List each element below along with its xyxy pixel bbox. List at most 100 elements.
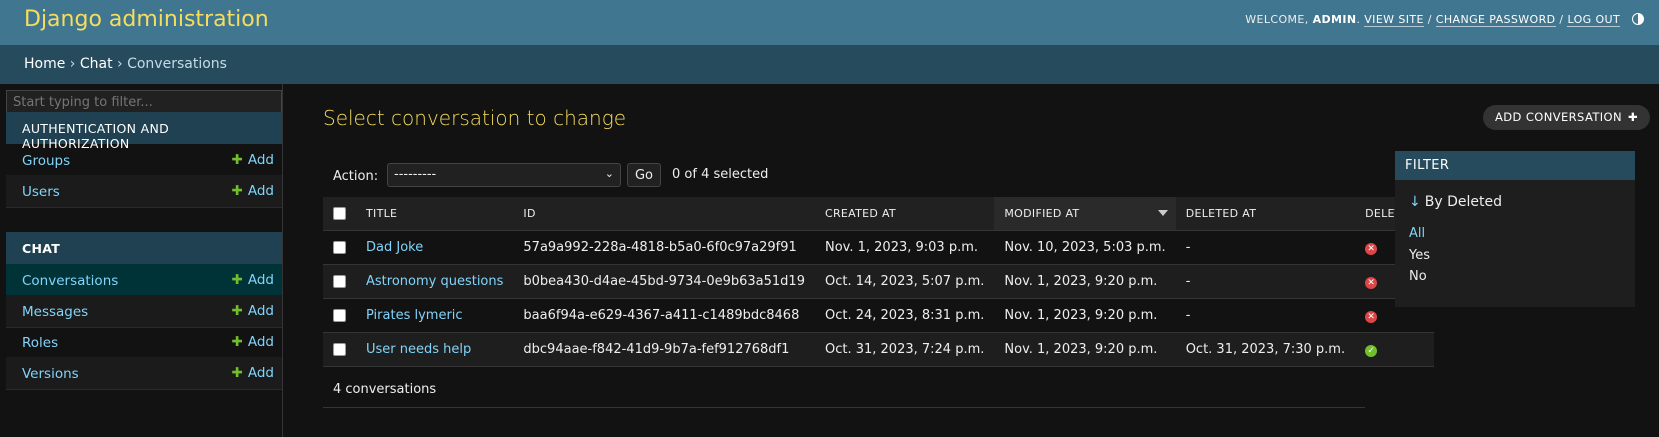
go-button[interactable]: Go — [627, 163, 661, 187]
result-table: Title ID Created at Modified at Deleted … — [323, 197, 1434, 367]
id-cell: 57a9a992-228a-4818-b5a0-6f0c97a29f91 — [513, 230, 815, 265]
deleted-at-cell: Oct. 31, 2023, 7:30 p.m. — [1175, 332, 1356, 367]
table-row: Astronomy questions b0bea430-d4ae-45bd-9… — [323, 264, 1434, 299]
sidebar-item-users-link[interactable]: Users — [22, 184, 60, 200]
deleted-at-cell: - — [1175, 298, 1356, 333]
deleted-at-cell: - — [1175, 264, 1356, 299]
sidebar-item-conversations: Conversations ✚ Add — [6, 264, 282, 297]
breadcrumb-current: Conversations — [127, 56, 227, 72]
modified-cell: Nov. 1, 2023, 9:20 p.m. — [994, 264, 1176, 299]
selected-count: 0 of 4 selected — [672, 167, 769, 182]
log-out-link[interactable]: Log out — [1567, 13, 1621, 27]
breadcrumb: Home › Chat › Conversations — [0, 45, 1659, 84]
conversation-link[interactable]: User needs help — [366, 342, 471, 357]
sort-descending-icon[interactable] — [1157, 210, 1168, 216]
created-cell: Oct. 14, 2023, 5:07 p.m. — [814, 264, 995, 299]
table-row: Dad Joke 57a9a992-228a-4818-b5a0-6f0c97a… — [323, 230, 1434, 265]
column-title[interactable]: Title — [356, 197, 514, 231]
row-checkbox[interactable] — [333, 274, 346, 288]
add-version-link[interactable]: ✚ Add — [232, 365, 274, 381]
plus-icon: ✚ — [231, 334, 243, 350]
table-row: User needs help dbc94aae-f842-41d9-9b7a-… — [323, 332, 1434, 367]
filter-title: Filter — [1395, 151, 1635, 180]
user-tools: Welcome, admin. View site / Change passw… — [1245, 13, 1644, 27]
deleted-at-cell: - — [1175, 230, 1356, 265]
created-cell: Nov. 1, 2023, 9:03 p.m. — [814, 230, 995, 265]
title-cell: Dad Joke — [356, 230, 514, 265]
arrow-down-icon: ↓ — [1409, 194, 1421, 210]
filter-panel: Filter ↓ By Deleted All Yes No — [1395, 151, 1635, 307]
modified-cell: Nov. 10, 2023, 5:03 p.m. — [994, 230, 1176, 265]
row-checkbox-cell — [323, 332, 356, 367]
plus-icon: ✚ — [231, 303, 243, 319]
table-header-row: Title ID Created at Modified at Deleted … — [323, 197, 1434, 231]
plus-icon: ✚ — [1628, 110, 1639, 124]
sidebar-item-messages: Messages ✚ Add — [6, 295, 282, 328]
site-branding[interactable]: Django administration — [24, 7, 269, 32]
sidebar-item-versions-link[interactable]: Versions — [22, 366, 79, 382]
false-icon: ✕ — [1365, 310, 1378, 323]
plus-icon: ✚ — [231, 152, 243, 168]
column-id[interactable]: ID — [513, 197, 815, 231]
welcome-text: Welcome, — [1245, 13, 1309, 26]
conversation-link[interactable]: Dad Joke — [366, 240, 423, 255]
deleted-cell: ✓ — [1355, 332, 1434, 367]
column-modified-at[interactable]: Modified at — [994, 197, 1176, 231]
add-conversation-button[interactable]: Add conversation ✚ — [1483, 105, 1651, 130]
row-checkbox-cell — [323, 264, 356, 299]
action-select-value: --------- — [394, 167, 437, 182]
row-checkbox[interactable] — [333, 240, 346, 254]
module-caption-chat[interactable]: Chat — [6, 232, 282, 264]
nav-filter-input[interactable] — [6, 90, 282, 114]
add-group-link[interactable]: ✚ Add — [232, 152, 274, 168]
sidebar-item-versions: Versions ✚ Add — [6, 357, 282, 390]
sidebar-item-conversations-link[interactable]: Conversations — [22, 273, 118, 289]
action-select[interactable]: --------- ⌄ — [387, 163, 621, 187]
column-deleted-at[interactable]: Deleted at — [1175, 197, 1356, 231]
false-icon: ✕ — [1365, 276, 1378, 289]
nav-sidebar: Authentication and Authorization Groups … — [0, 84, 283, 437]
plus-icon: ✚ — [231, 365, 243, 381]
title-cell: User needs help — [356, 332, 514, 367]
conversation-link[interactable]: Astronomy questions — [366, 274, 503, 289]
row-checkbox[interactable] — [333, 308, 346, 322]
chevron-down-icon: ⌄ — [604, 167, 614, 180]
filter-option-yes[interactable]: Yes — [1409, 248, 1430, 263]
module-caption-auth[interactable]: Authentication and Authorization — [6, 112, 282, 151]
modified-cell: Nov. 1, 2023, 9:20 p.m. — [994, 332, 1176, 367]
sidebar-item-roles-link[interactable]: Roles — [22, 335, 58, 351]
filter-option-no[interactable]: No — [1409, 269, 1427, 284]
header: Django administration Welcome, admin. Vi… — [0, 0, 1659, 45]
id-cell: b0bea430-d4ae-45bd-9734-0e9b63a51d19 — [513, 264, 815, 299]
sidebar-item-groups-link[interactable]: Groups — [22, 153, 70, 169]
column-created-at[interactable]: Created at — [814, 197, 995, 231]
add-conversation-link[interactable]: ✚ Add — [232, 272, 274, 288]
breadcrumb-home[interactable]: Home — [24, 56, 65, 72]
view-site-link[interactable]: View site — [1364, 13, 1424, 27]
action-label: Action: — [333, 169, 379, 184]
conversation-link[interactable]: Pirates lymeric — [366, 308, 463, 323]
select-all-checkbox[interactable] — [333, 207, 346, 220]
add-conversation-label: Add conversation — [1495, 110, 1622, 124]
theme-toggle-icon[interactable] — [1632, 13, 1644, 25]
add-message-link[interactable]: ✚ Add — [232, 303, 274, 319]
plus-icon: ✚ — [231, 183, 243, 199]
filter-heading[interactable]: ↓ By Deleted — [1409, 194, 1502, 210]
add-user-link[interactable]: ✚ Add — [232, 183, 274, 199]
true-icon: ✓ — [1365, 344, 1378, 357]
breadcrumb-app[interactable]: Chat — [80, 56, 113, 72]
sidebar-item-messages-link[interactable]: Messages — [22, 304, 88, 320]
row-checkbox[interactable] — [333, 342, 346, 356]
created-cell: Oct. 31, 2023, 7:24 p.m. — [814, 332, 995, 367]
sidebar-item-groups: Groups ✚ Add — [6, 144, 282, 177]
plus-icon: ✚ — [231, 272, 243, 288]
add-role-link[interactable]: ✚ Add — [232, 334, 274, 350]
title-cell: Astronomy questions — [356, 264, 514, 299]
paginator: 4 conversations — [323, 374, 1365, 408]
title-cell: Pirates lymeric — [356, 298, 514, 333]
change-password-link[interactable]: Change password — [1435, 13, 1556, 27]
filter-option-all[interactable]: All — [1409, 226, 1425, 241]
id-cell: baa6f94a-e629-4367-a411-c1489bdc8468 — [513, 298, 815, 333]
row-checkbox-cell — [323, 230, 356, 265]
sidebar-item-roles: Roles ✚ Add — [6, 326, 282, 359]
